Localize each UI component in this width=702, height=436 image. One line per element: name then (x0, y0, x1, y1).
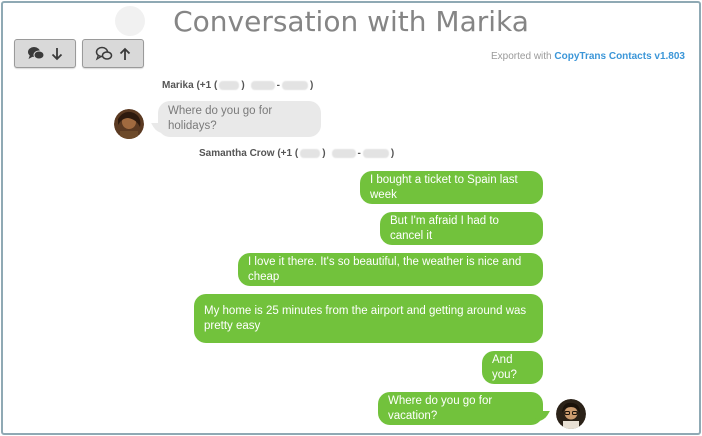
arrow-up-icon (119, 47, 131, 60)
paren: ) (390, 148, 395, 159)
avatar-marika (114, 109, 144, 139)
message-outgoing: And you? (482, 351, 543, 384)
paren: ) (310, 80, 314, 91)
scroll-down-button[interactable] (14, 39, 76, 68)
dash: - (276, 80, 280, 91)
chat-bubbles-icon (28, 46, 45, 59)
message-outgoing: I love it there. It's so beautiful, the … (238, 253, 543, 286)
message-incoming: Where do you go for holidays? (158, 101, 321, 137)
dash: - (357, 148, 361, 159)
redacted-number (362, 149, 389, 158)
page-title: Conversation with Marika (173, 5, 529, 38)
export-credit-prefix: Exported with (491, 51, 555, 62)
message-outgoing: I bought a ticket to Spain last week (360, 171, 543, 204)
message-outgoing: My home is 25 minutes from the airport a… (194, 294, 543, 343)
chat-bubbles-outline-icon (95, 46, 113, 61)
avatar-samantha (556, 399, 586, 429)
sender-name: Samantha Crow (+1 ( (199, 148, 299, 159)
redacted-number (219, 81, 240, 90)
arrow-down-icon (51, 47, 63, 60)
copytrans-link[interactable]: CopyTrans Contacts v1.803 (554, 51, 685, 62)
sender-label-marika: Marika (+1 ( ) - ) (162, 80, 313, 91)
scroll-up-button[interactable] (82, 39, 144, 68)
redacted-number (250, 81, 275, 90)
sender-label-samantha: Samantha Crow (+1 ( ) - ) (199, 148, 394, 159)
redacted-number (331, 149, 356, 158)
sender-name: Marika (+1 ( (162, 80, 218, 91)
redacted-number (282, 81, 308, 90)
message-outgoing: Where do you go for vacation? (378, 392, 543, 425)
redacted-number (300, 149, 321, 158)
paren: ) (322, 148, 326, 159)
message-outgoing: But I'm afraid I had to cancel it (380, 212, 543, 245)
export-credit: Exported with CopyTrans Contacts v1.803 (491, 51, 685, 62)
paren: ) (241, 80, 245, 91)
conversation-window: Conversation with Marika Exported with C… (1, 1, 701, 435)
